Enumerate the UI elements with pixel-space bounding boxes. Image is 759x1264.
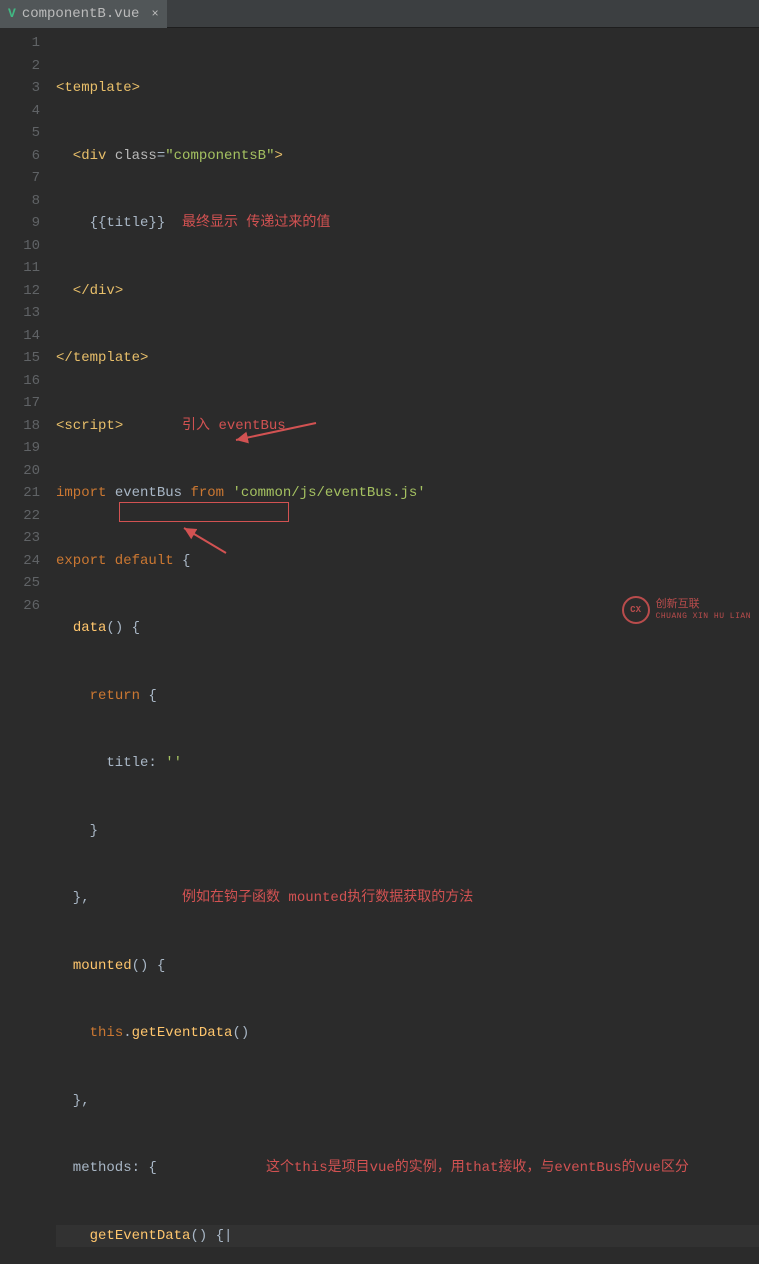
code-area[interactable]: <template> <div class="componentsB"> {{t… xyxy=(56,28,759,632)
line-number: 16 xyxy=(0,370,40,393)
code-line: getEventData() {| xyxy=(56,1225,759,1248)
line-number: 23 xyxy=(0,527,40,550)
code-line: } xyxy=(56,820,759,843)
annotation-text: 例如在钩子函数 mounted执行数据获取的方法 xyxy=(90,890,474,906)
close-icon[interactable]: × xyxy=(151,7,158,21)
code-line: methods: {这个this是项目vue的实例，用that接收，与event… xyxy=(56,1157,759,1180)
line-number: 15 xyxy=(0,347,40,370)
line-number: 18 xyxy=(0,415,40,438)
line-number: 21 xyxy=(0,482,40,505)
file-tab[interactable]: V componentB.vue × xyxy=(0,0,167,28)
code-line: }, 例如在钩子函数 mounted执行数据获取的方法 xyxy=(56,887,759,910)
line-number: 8 xyxy=(0,190,40,213)
line-number: 1 xyxy=(0,32,40,55)
watermark-logo: CX xyxy=(622,596,650,624)
line-gutter: 1 2 3 4 5 6 7 8 9 10 11 12 13 14 15 16 1… xyxy=(0,28,56,632)
code-line: mounted() { xyxy=(56,955,759,978)
line-number: 22 xyxy=(0,505,40,528)
line-number: 25 xyxy=(0,572,40,595)
code-line: this.getEventData() xyxy=(56,1022,759,1045)
line-number: 10 xyxy=(0,235,40,258)
line-number: 12 xyxy=(0,280,40,303)
watermark-text: 创新互联 CHUANG XIN HU LIAN xyxy=(656,599,751,622)
code-line: {{title}} 最终显示 传递过来的值 xyxy=(56,212,759,235)
code-line: }, xyxy=(56,1090,759,1113)
line-number: 14 xyxy=(0,325,40,348)
annotation-text: 这个this是项目vue的实例，用that接收，与eventBus的vue区分 xyxy=(266,1157,689,1180)
cursor-icon: | xyxy=(224,1228,232,1244)
line-number: 11 xyxy=(0,257,40,280)
code-line: title: '' xyxy=(56,752,759,775)
code-line: </div> xyxy=(56,280,759,303)
line-number: 4 xyxy=(0,100,40,123)
tab-bar: V componentB.vue × xyxy=(0,0,759,28)
line-number: 3 xyxy=(0,77,40,100)
code-line: <script> 引入 eventBus xyxy=(56,415,759,438)
code-line: </template> xyxy=(56,347,759,370)
code-line: return { xyxy=(56,685,759,708)
line-number: 6 xyxy=(0,145,40,168)
vue-icon: V xyxy=(8,6,16,21)
tab-filename: componentB.vue xyxy=(22,6,140,22)
code-line: <template> xyxy=(56,77,759,100)
annotation-text: 引入 eventBus xyxy=(123,418,285,434)
annotation-text: 最终显示 传递过来的值 xyxy=(182,215,330,231)
line-number: 17 xyxy=(0,392,40,415)
code-editor[interactable]: 1 2 3 4 5 6 7 8 9 10 11 12 13 14 15 16 1… xyxy=(0,28,759,632)
line-number: 5 xyxy=(0,122,40,145)
line-number: 2 xyxy=(0,55,40,78)
code-line: export default { xyxy=(56,550,759,573)
line-number: 20 xyxy=(0,460,40,483)
line-number: 26 xyxy=(0,595,40,618)
line-number: 9 xyxy=(0,212,40,235)
line-number: 7 xyxy=(0,167,40,190)
line-number: 24 xyxy=(0,550,40,573)
code-line: import eventBus from 'common/js/eventBus… xyxy=(56,482,759,505)
code-line: <div class="componentsB"> xyxy=(56,145,759,168)
annotation-box xyxy=(119,502,289,522)
watermark: CX 创新互联 CHUANG XIN HU LIAN xyxy=(622,596,751,624)
line-number: 19 xyxy=(0,437,40,460)
line-number: 13 xyxy=(0,302,40,325)
